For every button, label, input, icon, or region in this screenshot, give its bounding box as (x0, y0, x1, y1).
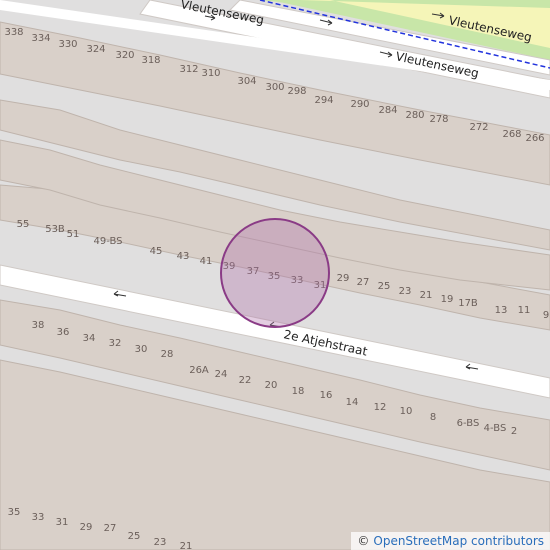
house-number: 22 (239, 375, 252, 386)
house-number: 298 (287, 86, 306, 97)
house-number: 300 (265, 82, 284, 93)
house-number: 35 (8, 507, 21, 518)
house-number: 290 (350, 99, 369, 110)
house-number: 32 (109, 338, 122, 349)
house-number: 21 (420, 290, 433, 301)
house-number: 36 (57, 327, 70, 338)
house-number: 45 (150, 246, 163, 257)
house-number: 280 (405, 110, 424, 121)
house-number: 28 (161, 349, 174, 360)
house-number: 29 (337, 273, 350, 284)
house-number: 33 (32, 512, 45, 523)
house-number: 268 (502, 129, 521, 140)
house-number: 4-BS (484, 423, 507, 434)
house-number: 34 (83, 333, 96, 344)
house-number: 27 (104, 523, 117, 534)
house-number: 9 (543, 310, 549, 321)
house-number: 38 (32, 320, 45, 331)
house-number: 334 (31, 33, 50, 44)
house-number: 278 (429, 114, 448, 125)
location-marker-circle[interactable] (220, 218, 330, 328)
house-number: 294 (314, 95, 333, 106)
house-number: 26A (189, 365, 209, 376)
house-number: 13 (495, 305, 508, 316)
house-number: 6-BS (457, 418, 480, 429)
house-number: 20 (265, 380, 278, 391)
house-number: 17B (458, 298, 478, 309)
house-number: 21 (180, 541, 193, 550)
house-number: 23 (154, 537, 167, 548)
house-number: 30 (135, 344, 148, 355)
house-number: 8 (430, 412, 436, 423)
house-number: 51 (67, 229, 80, 240)
map-canvas: Vleutenseweg Vleutenseweg Vleutenseweg 2… (0, 0, 550, 550)
house-number: 55 (17, 219, 30, 230)
map-view[interactable]: Vleutenseweg Vleutenseweg Vleutenseweg 2… (0, 0, 550, 550)
house-number: 27 (357, 277, 370, 288)
attribution: © OpenStreetMap contributors (351, 532, 550, 550)
house-number: 2 (511, 426, 517, 437)
house-number: 53B (45, 224, 65, 235)
house-number: 312 (179, 64, 198, 75)
house-number: 330 (58, 39, 77, 50)
house-number: 16 (320, 390, 333, 401)
house-number: 10 (400, 406, 413, 417)
attribution-link[interactable]: OpenStreetMap contributors (373, 534, 544, 548)
copyright-symbol: © (357, 534, 370, 548)
house-number: 11 (518, 305, 531, 316)
house-number: 43 (177, 251, 190, 262)
house-number: 318 (141, 55, 160, 66)
house-number: 19 (441, 294, 454, 305)
house-number: 23 (399, 286, 412, 297)
house-number: 324 (86, 44, 105, 55)
house-number: 25 (378, 281, 391, 292)
house-number: 320 (115, 50, 134, 61)
house-number: 12 (374, 402, 387, 413)
house-number: 41 (200, 256, 213, 267)
house-number: 25 (128, 531, 141, 542)
house-number: 304 (237, 76, 256, 87)
house-number: 310 (201, 68, 220, 79)
house-number: 49-BS (93, 236, 122, 247)
house-number: 18 (292, 386, 305, 397)
house-number: 338 (4, 27, 23, 38)
house-number: 272 (469, 122, 488, 133)
house-number: 14 (346, 397, 359, 408)
house-number: 266 (525, 133, 544, 144)
house-number: 24 (215, 369, 228, 380)
house-number: 284 (378, 105, 397, 116)
house-number: 29 (80, 522, 93, 533)
house-number: 31 (56, 517, 69, 528)
